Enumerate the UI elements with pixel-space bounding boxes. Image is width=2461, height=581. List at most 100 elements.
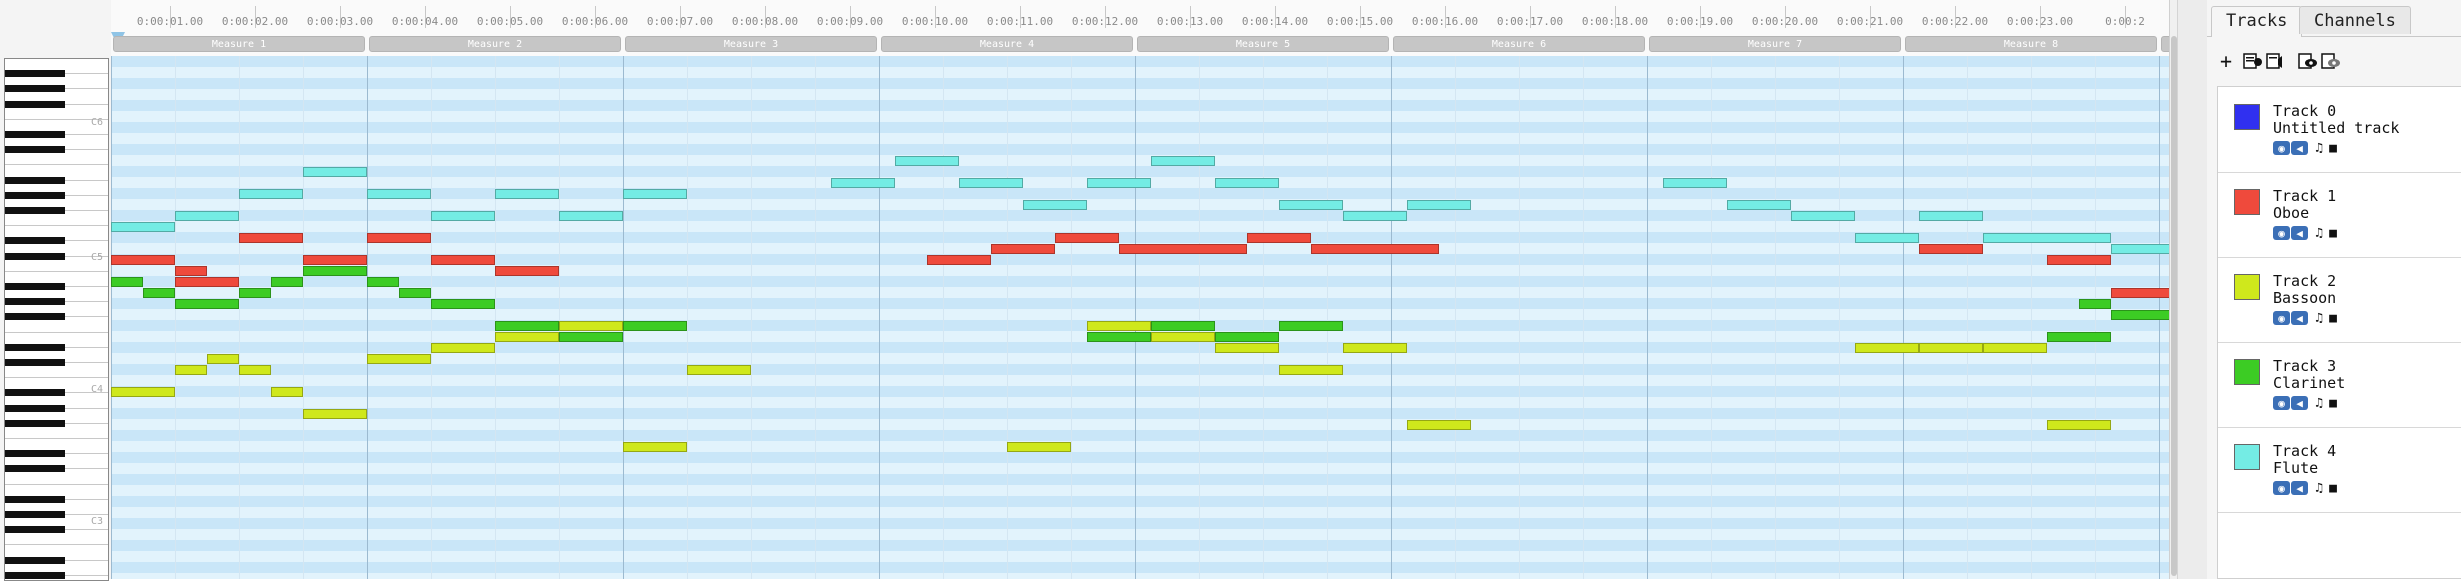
note-track-2[interactable] — [1087, 321, 1151, 331]
black-key[interactable] — [5, 571, 65, 579]
show-all-tracks-button[interactable] — [2242, 50, 2264, 72]
note-track-4[interactable] — [2111, 244, 2169, 254]
panel-splitter[interactable] — [2177, 0, 2208, 579]
note-track-4[interactable] — [1983, 233, 2111, 243]
note-track-4[interactable] — [1087, 178, 1151, 188]
note-track-2[interactable] — [1215, 343, 1279, 353]
note-track-3[interactable] — [399, 288, 431, 298]
black-key[interactable] — [5, 146, 65, 154]
note-track-3[interactable] — [2111, 310, 2169, 320]
note-track-4[interactable] — [1023, 200, 1087, 210]
piano-roll-grid[interactable] — [111, 56, 2169, 579]
note-track-3[interactable] — [367, 277, 399, 287]
instrument-settings-icon[interactable]: ♫ — [2313, 226, 2325, 241]
note-track-3[interactable] — [143, 288, 175, 298]
note-track-2[interactable] — [1343, 343, 1407, 353]
note-track-1[interactable] — [1247, 233, 1311, 243]
instrument-settings-icon[interactable]: ♫ — [2313, 141, 2325, 156]
track-row-3[interactable]: Track 3 Clarinet ◉ ◀ ♫ ■ — [2218, 342, 2461, 428]
note-track-2[interactable] — [431, 343, 495, 353]
note-track-3[interactable] — [175, 299, 239, 309]
black-key[interactable] — [5, 100, 65, 108]
note-track-3[interactable] — [303, 266, 367, 276]
eye-icon[interactable]: ◉ — [2273, 226, 2290, 240]
note-track-1[interactable] — [175, 277, 239, 287]
note-track-1[interactable] — [2111, 288, 2169, 298]
note-track-2[interactable] — [495, 332, 559, 342]
note-track-1[interactable] — [1919, 244, 1983, 254]
note-track-4[interactable] — [559, 211, 623, 221]
speaker-icon[interactable]: ◀ — [2291, 226, 2308, 240]
note-track-4[interactable] — [959, 178, 1023, 188]
note-track-2[interactable] — [111, 387, 175, 397]
black-key[interactable] — [5, 298, 65, 306]
speaker-icon[interactable]: ◀ — [2291, 481, 2308, 495]
black-key[interactable] — [5, 85, 65, 93]
note-track-3[interactable] — [239, 288, 271, 298]
note-track-3[interactable] — [495, 321, 559, 331]
trash-icon[interactable]: ■ — [2327, 481, 2339, 496]
instrument-settings-icon[interactable]: ♫ — [2313, 311, 2325, 326]
track-color-swatch[interactable] — [2234, 104, 2260, 130]
note-track-4[interactable] — [1727, 200, 1791, 210]
black-key[interactable] — [5, 207, 65, 214]
note-track-2[interactable] — [1279, 365, 1343, 375]
note-track-3[interactable] — [111, 277, 143, 287]
note-track-2[interactable] — [367, 354, 431, 364]
note-track-4[interactable] — [367, 189, 431, 199]
note-track-4[interactable] — [1407, 200, 1471, 210]
note-track-3[interactable] — [431, 299, 495, 309]
tab-tracks[interactable]: Tracks — [2211, 6, 2303, 37]
note-track-2[interactable] — [1151, 332, 1215, 342]
note-track-3[interactable] — [559, 332, 623, 342]
trash-icon[interactable]: ■ — [2327, 311, 2339, 326]
note-track-1[interactable] — [175, 266, 207, 276]
note-track-3[interactable] — [1151, 321, 1215, 331]
black-key[interactable] — [5, 313, 65, 321]
note-track-3[interactable] — [623, 321, 687, 331]
note-track-3[interactable] — [1279, 321, 1343, 331]
black-key[interactable] — [5, 283, 65, 290]
note-track-1[interactable] — [431, 255, 495, 265]
black-key[interactable] — [5, 404, 65, 412]
note-track-2[interactable] — [623, 442, 687, 452]
black-key[interactable] — [5, 511, 65, 518]
hide-other-tracks-button[interactable] — [2320, 50, 2342, 72]
note-track-2[interactable] — [271, 387, 303, 397]
mute-all-tracks-button[interactable] — [2265, 50, 2287, 72]
measure-bar[interactable] — [2161, 36, 2169, 52]
note-track-2[interactable] — [1983, 343, 2047, 353]
track-color-swatch[interactable] — [2234, 444, 2260, 470]
note-track-2[interactable] — [687, 365, 751, 375]
note-track-2[interactable] — [559, 321, 623, 331]
tab-channels[interactable]: Channels — [2299, 6, 2411, 34]
trash-icon[interactable]: ■ — [2327, 141, 2339, 156]
note-track-4[interactable] — [1279, 200, 1343, 210]
note-track-4[interactable] — [1855, 233, 1919, 243]
note-track-4[interactable] — [1663, 178, 1727, 188]
black-key[interactable] — [5, 556, 65, 564]
speaker-icon[interactable]: ◀ — [2291, 141, 2308, 155]
note-track-4[interactable] — [831, 178, 895, 188]
note-track-1[interactable] — [111, 255, 175, 265]
black-key[interactable] — [5, 419, 65, 427]
note-track-2[interactable] — [2047, 420, 2111, 430]
speaker-icon[interactable]: ◀ — [2291, 396, 2308, 410]
note-track-4[interactable] — [111, 222, 175, 232]
eye-icon[interactable]: ◉ — [2273, 141, 2290, 155]
timeline-ruler[interactable]: 0:00:01.00 0:00:02.00 0:00:03.00 0:00:04.00… — [111, 0, 2169, 57]
note-track-1[interactable] — [927, 255, 991, 265]
black-key[interactable] — [5, 70, 65, 78]
note-track-4[interactable] — [239, 189, 303, 199]
black-key[interactable] — [5, 526, 65, 534]
note-track-3[interactable] — [2047, 332, 2111, 342]
piano-keys[interactable]: C6 C5 C4 C3 — [4, 58, 109, 581]
black-key[interactable] — [5, 343, 65, 351]
note-track-3[interactable] — [2079, 299, 2111, 309]
note-track-4[interactable] — [431, 211, 495, 221]
black-key[interactable] — [5, 176, 65, 184]
note-track-2[interactable] — [175, 365, 207, 375]
note-track-4[interactable] — [895, 156, 959, 166]
black-key[interactable] — [5, 237, 65, 245]
note-track-4[interactable] — [623, 189, 687, 199]
